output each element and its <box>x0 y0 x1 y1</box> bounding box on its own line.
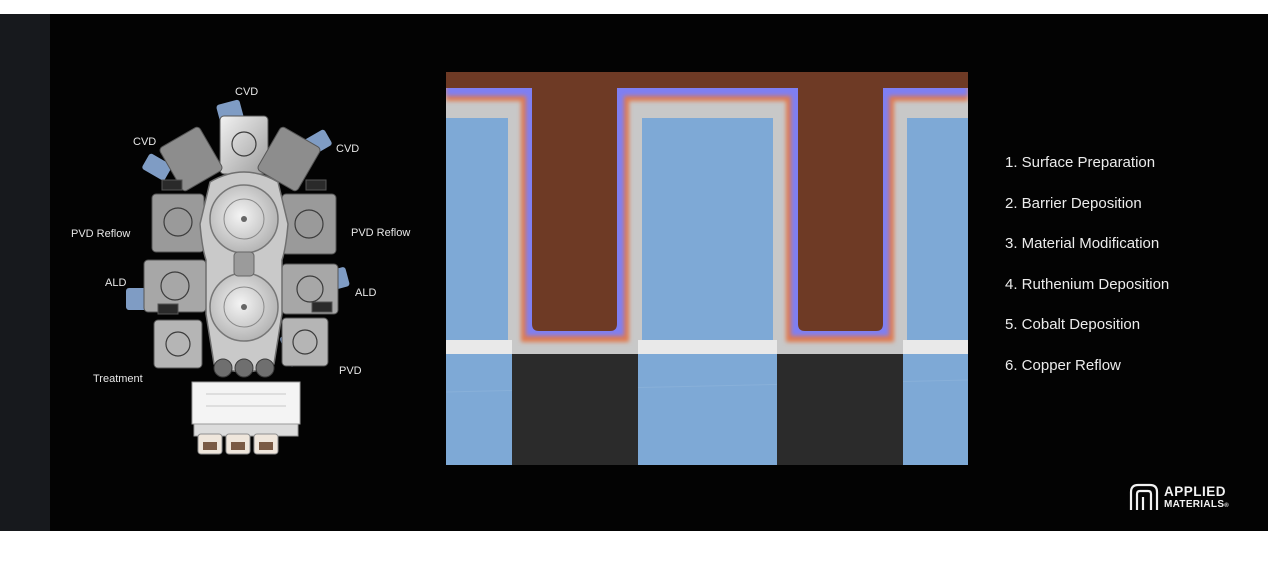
applied-materials-logo: APPLIED MATERIALS® <box>1128 482 1248 516</box>
label-cvd-right: CVD <box>336 143 360 155</box>
step-item: 1. Surface Preparation <box>1005 154 1156 171</box>
label-ald-right: ALD <box>355 287 377 299</box>
label-treatment: Treatment <box>93 373 143 385</box>
lower-metal-line-left <box>512 354 638 465</box>
cross-section-drawing <box>445 72 969 465</box>
interconnect-cross-section <box>445 72 969 465</box>
slide: CVD CVD CVD PVD Reflow PVD Reflow ALD AL… <box>0 14 1268 531</box>
cluster-tool-diagram: CVD CVD CVD PVD Reflow PVD Reflow ALD AL… <box>60 64 440 464</box>
logo-line-2: MATERIALS® <box>1164 498 1229 513</box>
lower-metal-line-right <box>777 354 903 465</box>
load-locks <box>213 358 275 378</box>
label-cvd-left: CVD <box>133 136 157 148</box>
factory-interface <box>191 381 301 437</box>
label-ald-left: ALD <box>105 277 127 289</box>
label-pvd-reflow-right: PVD Reflow <box>351 227 411 239</box>
step-item: 4. Ruthenium Deposition <box>1005 275 1170 293</box>
process-steps-list: 1. Surface Preparation 2. Barrier Deposi… <box>1005 154 1169 397</box>
load-ports <box>197 433 279 455</box>
label-pvd-reflow-left: PVD Reflow <box>71 228 131 240</box>
dielectric-pillar-left <box>446 118 512 340</box>
left-edge-strip <box>0 14 50 531</box>
step-item: 6. Copper Reflow <box>1005 356 1121 374</box>
step-item: 3. Material Modification <box>1005 235 1160 252</box>
cluster-tool-drawing <box>126 99 350 455</box>
label-pvd: PVD <box>339 365 362 377</box>
logo-wordmark: APPLIED MATERIALS® <box>1164 485 1229 513</box>
applied-materials-logo-mark-icon <box>1129 483 1159 510</box>
step-item: 2. Barrier Deposition <box>1005 194 1142 212</box>
dielectric-pillar-right <box>903 118 968 340</box>
dielectric-pillar-center <box>638 118 777 340</box>
registered-mark: ® <box>1224 503 1230 509</box>
logo-line-1: APPLIED <box>1164 484 1227 499</box>
step-item: 5. Cobalt Deposition <box>1005 316 1141 333</box>
logo-line-2-text: MATERIALS <box>1164 499 1225 510</box>
label-cvd-top: CVD <box>235 86 259 98</box>
